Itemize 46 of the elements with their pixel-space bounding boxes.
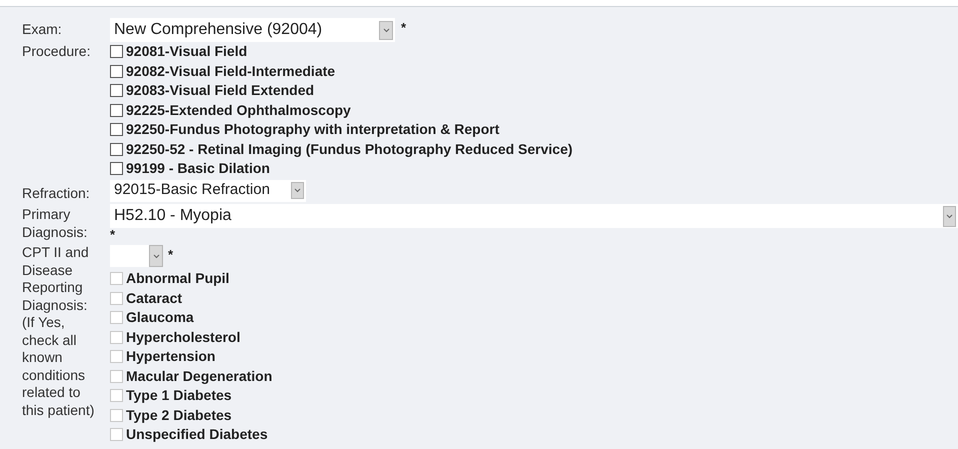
checkbox-label[interactable]: 99199 - Basic Dilation xyxy=(126,158,270,180)
checkbox-label[interactable]: Hypercholesterol xyxy=(126,326,240,348)
exam-select[interactable]: New Comprehensive (92004) xyxy=(110,18,395,42)
checkbox-label[interactable]: 92250-Fundus Photography with interpretation & Report xyxy=(126,119,500,140)
dropdown-button[interactable] xyxy=(149,245,163,267)
checkbox[interactable] xyxy=(110,45,123,58)
select-value: New Comprehensive (92004) xyxy=(114,20,322,40)
checkbox-label[interactable]: 92082-Visual Field-Intermediate xyxy=(126,60,336,82)
checkbox-label[interactable]: 92081-Visual Field xyxy=(126,41,248,62)
checkbox-label[interactable]: 92083-Visual Field Extended xyxy=(126,80,314,102)
field-label: Refraction: xyxy=(22,184,91,202)
field-label: Procedure: xyxy=(22,42,92,61)
field-label: Primary Diagnosis: xyxy=(22,205,88,241)
required-mark: * xyxy=(168,246,174,264)
required-mark: * xyxy=(401,19,406,37)
field-label: CPT II and Disease Reporting Diagnosis: (If Yes, check all known conditions related to this patient) xyxy=(22,243,96,420)
checkbox-label[interactable]: Type 2 Diabetes xyxy=(126,404,232,426)
checkbox-label[interactable]: Cataract xyxy=(126,288,182,309)
dropdown-button[interactable] xyxy=(291,182,304,199)
checkbox-label[interactable]: Type 1 Diabetes xyxy=(126,385,232,406)
refraction-select[interactable]: 92015-Basic Refraction xyxy=(110,180,306,202)
checkbox-label[interactable]: Macular Degeneration xyxy=(126,366,272,387)
dropdown-button[interactable] xyxy=(379,20,393,40)
chevron-down-icon xyxy=(152,254,160,258)
chevron-down-icon xyxy=(382,28,390,32)
required-mark: * xyxy=(110,228,116,241)
checkbox[interactable] xyxy=(110,123,123,136)
checkbox-label[interactable]: Abnormal Pupil xyxy=(126,268,230,290)
select-value: H52.10 - Myopia xyxy=(114,206,232,226)
checkbox-label[interactable]: 92225-Extended Ophthalmoscopy xyxy=(126,100,351,121)
chevron-down-icon xyxy=(294,188,301,193)
checkbox[interactable] xyxy=(110,104,123,117)
checkbox-label[interactable]: Hypertension xyxy=(126,346,216,368)
chevron-down-icon xyxy=(946,214,953,218)
cpt-select[interactable] xyxy=(110,245,163,267)
checkbox[interactable] xyxy=(110,64,123,78)
diagnosis-select[interactable]: H52.10 - Myopia xyxy=(110,204,958,228)
select-value: 92015-Basic Refraction xyxy=(114,180,270,200)
checkbox-label[interactable]: Unspecified Diabetes xyxy=(126,424,268,446)
dropdown-button[interactable] xyxy=(943,206,956,226)
checkbox[interactable] xyxy=(110,84,123,98)
checkbox-label[interactable]: 92250-52 - Retinal Imaging (Fundus Photography Reduced Service) xyxy=(126,138,573,160)
checkbox[interactable] xyxy=(110,142,123,156)
field-label: Exam: xyxy=(22,20,63,39)
checkbox-label[interactable]: Glaucoma xyxy=(126,307,194,328)
checkbox[interactable] xyxy=(110,162,123,176)
